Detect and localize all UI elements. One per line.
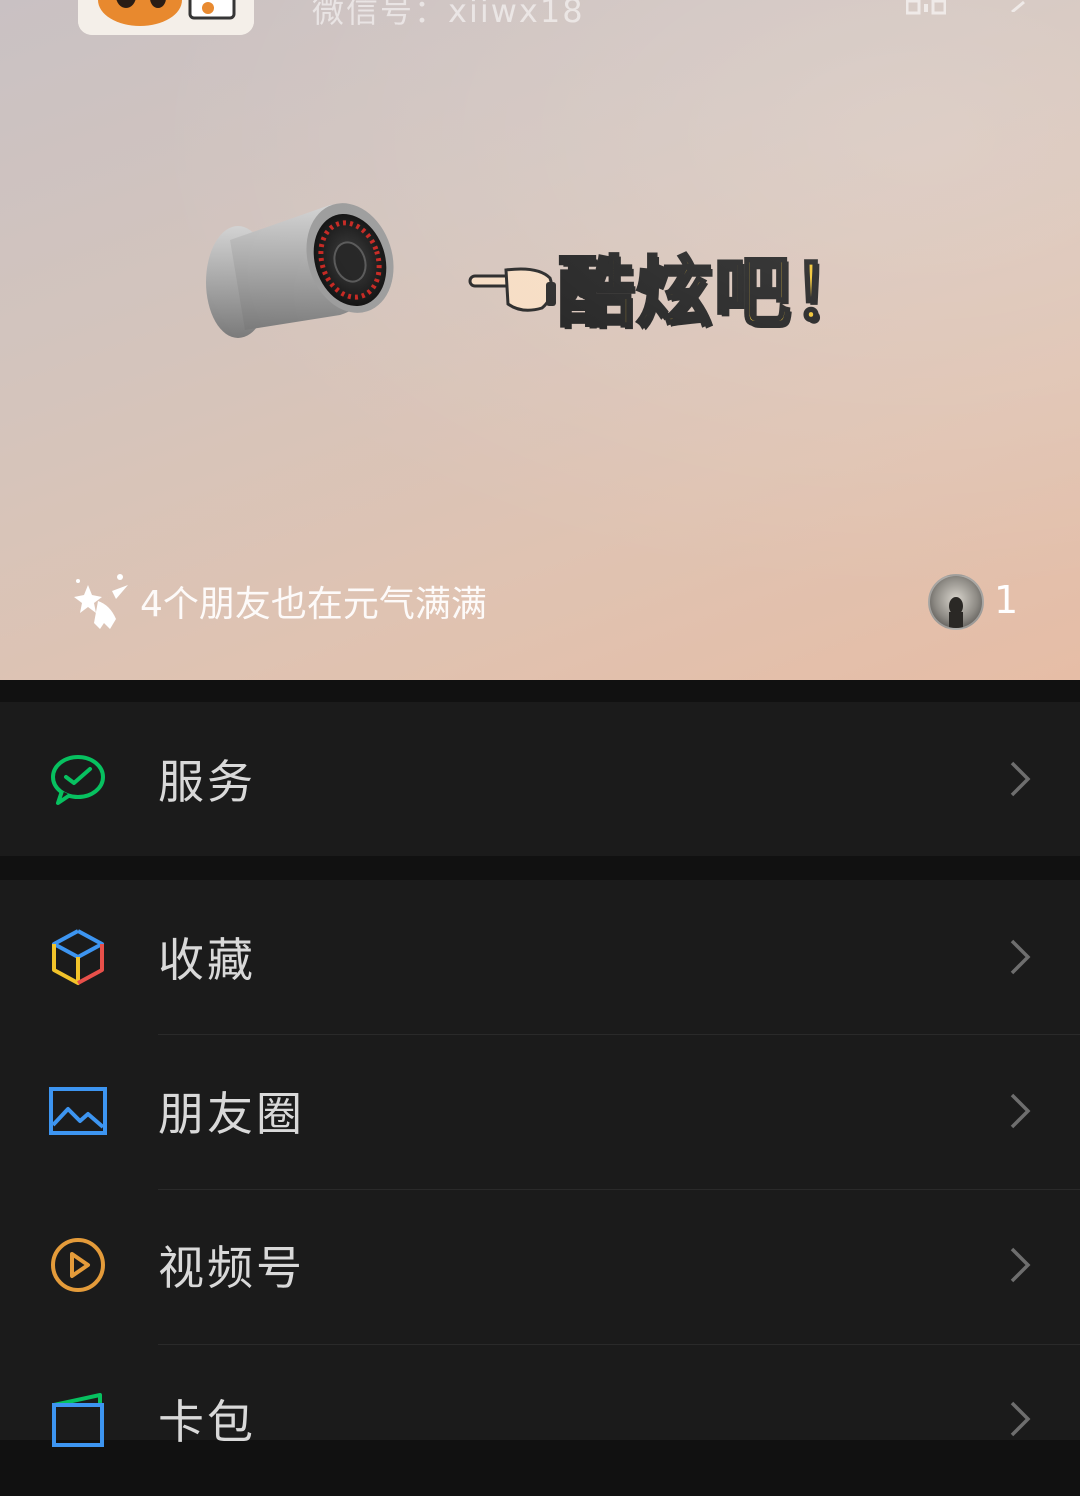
menu-item-moments[interactable]: 朋友圈: [0, 1034, 1080, 1188]
menu-item-services[interactable]: 服务: [0, 702, 1080, 856]
friends-status-row[interactable]: 4个朋友也在元气满满: [70, 570, 487, 632]
wechat-id[interactable]: 微信号：xiiwx18: [312, 0, 585, 32]
chevron-right-icon[interactable]: [1008, 0, 1030, 12]
wechat-pay-icon: [51, 755, 105, 805]
status-sticker[interactable]: 酷炫吧！: [466, 236, 870, 339]
chevron-right-icon: [1010, 761, 1031, 797]
menu-item-label: 视频号: [158, 1241, 305, 1295]
menu-item-label: 服务: [158, 755, 256, 809]
friend-count: 1: [994, 578, 1019, 622]
wallet-icon: [52, 1393, 104, 1447]
picture-icon: [49, 1087, 107, 1135]
chevron-right-icon: [1010, 1093, 1031, 1129]
qr-code-icon[interactable]: [906, 0, 946, 16]
status-text: 酷炫吧！: [557, 247, 870, 339]
cube-icon: [52, 929, 104, 985]
menu-item-channels[interactable]: 视频号: [0, 1188, 1080, 1342]
friend-avatar[interactable]: [928, 574, 984, 630]
sparkle-figure-icon: [74, 574, 128, 629]
chevron-right-icon: [1010, 1247, 1031, 1283]
security-camera-sticker: [206, 203, 394, 338]
friend-avatar-image: [949, 597, 963, 628]
profile-header: 微信号：xiiwx18 酷炫吧！ 4个朋友也在元气满满 1: [0, 0, 1080, 680]
friends-status-text: 4个朋友也在元气满满: [140, 584, 487, 625]
play-circle-icon: [51, 1238, 105, 1292]
avatar[interactable]: [78, 0, 254, 35]
menu-item-label: 朋友圈: [158, 1087, 305, 1141]
services-group: 服务: [0, 702, 1080, 856]
menu-item-label: 收藏: [158, 933, 256, 987]
chevron-right-icon: [1010, 1401, 1031, 1437]
menu-item-cards[interactable]: 卡包: [0, 1342, 1080, 1496]
menu-item-favorites[interactable]: 收藏: [0, 880, 1080, 1034]
menu-item-label: 卡包: [158, 1395, 256, 1449]
features-group: 收藏 朋友圈 视频号 卡包: [0, 880, 1080, 1449]
avatar-illustration: [78, 0, 254, 35]
chevron-right-icon: [1010, 939, 1031, 975]
pointing-hand-icon: [468, 267, 556, 312]
